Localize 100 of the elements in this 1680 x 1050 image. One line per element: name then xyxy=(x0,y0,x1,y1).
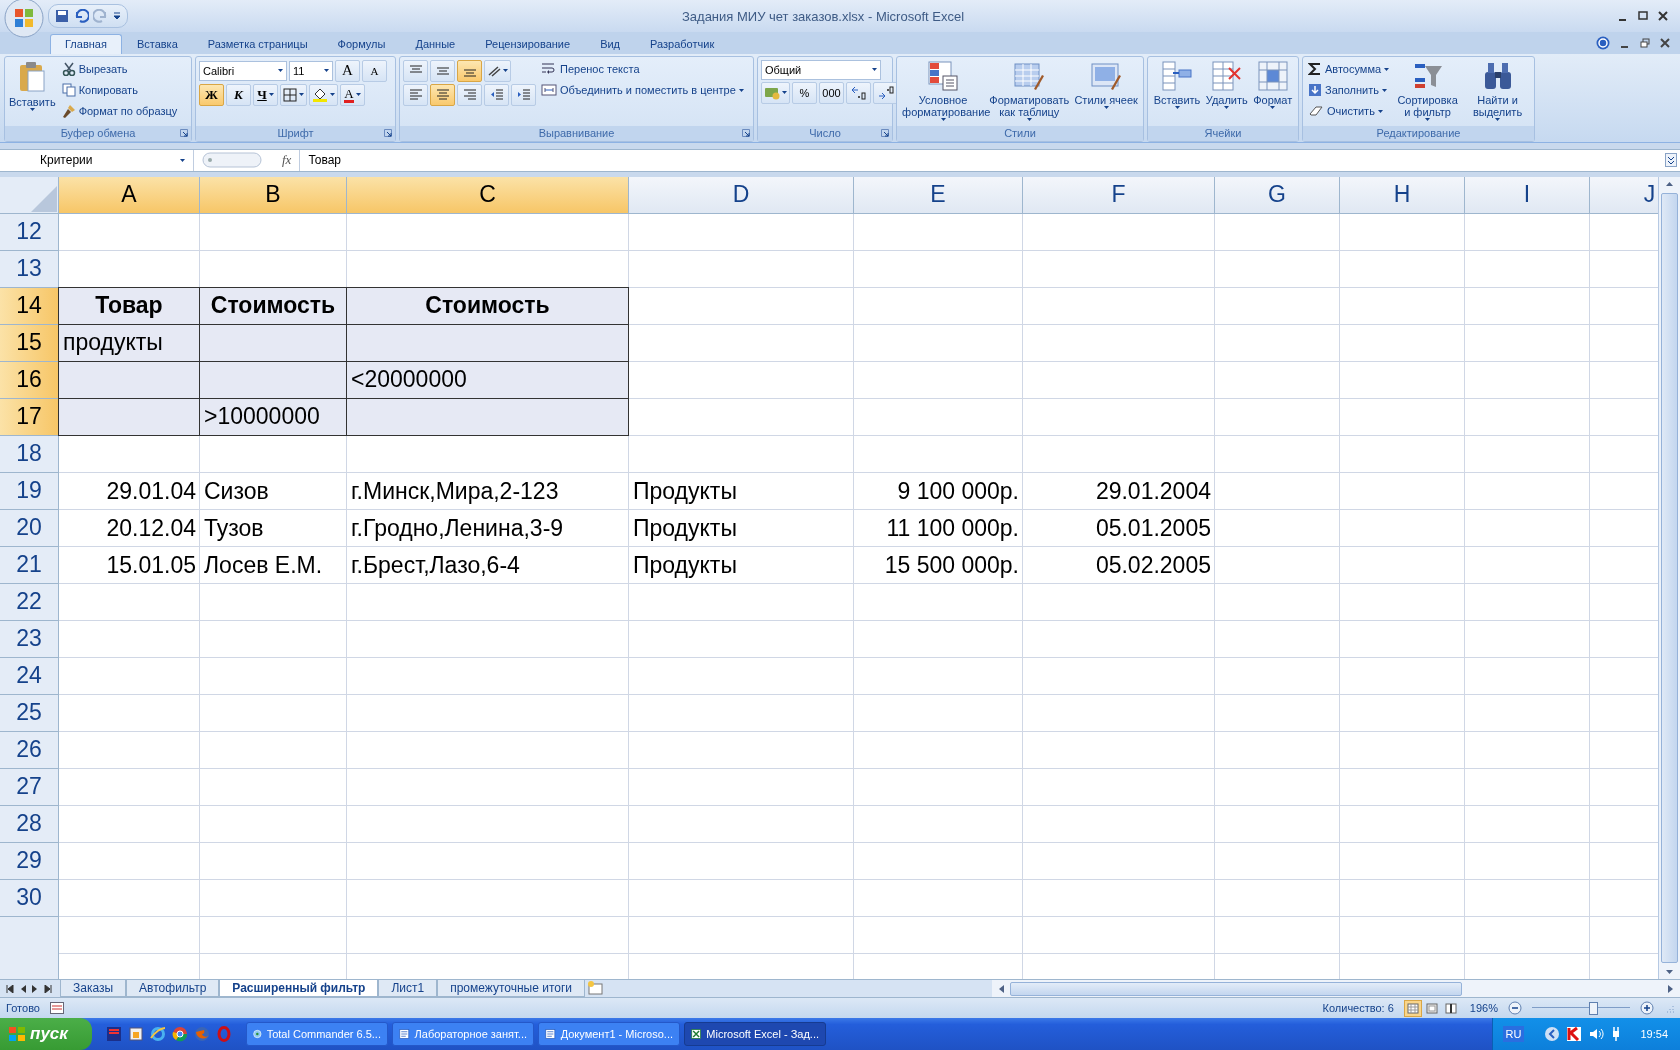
horizontal-scrollbar[interactable] xyxy=(992,980,1680,998)
dialog-launcher-icon[interactable] xyxy=(180,128,188,137)
table-cell[interactable]: Лосев Е.М. xyxy=(200,546,347,584)
zoom-in-icon[interactable] xyxy=(1640,1001,1654,1015)
scroll-thumb[interactable] xyxy=(1010,981,1462,996)
toolbar-button[interactable]: A xyxy=(362,60,387,82)
table-cell[interactable]: 15.01.05 xyxy=(59,546,200,584)
column-header[interactable]: I xyxy=(1465,176,1590,214)
speaker-icon[interactable] xyxy=(1588,1026,1605,1042)
table-cell[interactable]: Товар xyxy=(58,286,200,325)
column-header[interactable]: H xyxy=(1340,176,1465,214)
ribbon-tab[interactable]: Вставка xyxy=(121,34,193,54)
globe-e-icon[interactable] xyxy=(150,1026,166,1042)
table-cell[interactable]: Сизов xyxy=(200,472,347,510)
last-sheet-icon[interactable] xyxy=(44,984,52,993)
floppy-icon[interactable] xyxy=(106,1026,122,1042)
table-cell[interactable]: 11 100 000р. xyxy=(854,509,1023,547)
dialog-launcher-icon[interactable] xyxy=(742,128,750,137)
table-cell[interactable]: Продукты xyxy=(629,472,854,510)
ribbon-tab[interactable]: Разметка страницы xyxy=(192,34,323,54)
ribbon-button[interactable]: Формат по образцу xyxy=(59,102,180,121)
maximize-icon[interactable] xyxy=(1638,11,1648,21)
column-header[interactable]: G xyxy=(1215,176,1340,214)
expand-icon[interactable] xyxy=(1665,153,1677,168)
toolbar-button[interactable]: A xyxy=(340,84,365,106)
table-cell[interactable]: 15 500 000р. xyxy=(854,546,1023,584)
table-cell[interactable]: Стоимость xyxy=(199,286,347,325)
column-header[interactable]: C xyxy=(347,176,629,214)
toolbar-button[interactable]: Ч xyxy=(253,84,278,106)
toolbar-button[interactable]: К xyxy=(226,84,251,106)
dropdown-field[interactable]: 11 xyxy=(289,61,333,81)
macro-record-icon[interactable] xyxy=(49,1002,64,1014)
save-icon[interactable] xyxy=(55,9,69,23)
dialog-launcher-icon[interactable] xyxy=(384,128,392,137)
row-header[interactable]: 16 xyxy=(0,361,59,399)
table-cell[interactable] xyxy=(346,323,629,362)
toolbar-button[interactable] xyxy=(280,84,307,106)
dropdown-field[interactable]: Общий xyxy=(761,60,881,80)
name-box[interactable]: Критерии xyxy=(0,149,194,171)
antivirus-icon[interactable] xyxy=(1566,1026,1583,1042)
table-cell[interactable] xyxy=(58,397,200,436)
row-header[interactable]: 17 xyxy=(0,398,59,436)
slider-thumb[interactable] xyxy=(1588,1002,1598,1015)
table-cell[interactable]: г.Брест,Лазо,6-4 xyxy=(347,546,629,584)
toolbar-button[interactable]: % xyxy=(792,82,817,104)
table-cell[interactable]: 20.12.04 xyxy=(59,509,200,547)
ribbon-button[interactable]: Вставить xyxy=(8,60,57,112)
dropdown-field[interactable]: Calibri xyxy=(199,61,287,81)
dialog-launcher-icon[interactable] xyxy=(881,128,889,137)
ribbon-button[interactable]: Вставить xyxy=(1152,60,1202,110)
close-icon[interactable] xyxy=(1658,11,1668,21)
ribbon-button[interactable]: Удалить xyxy=(1204,60,1249,110)
column-header[interactable]: B xyxy=(200,176,347,214)
ribbon-button[interactable]: Вырезать xyxy=(59,60,130,79)
sheet-tab[interactable]: Автофильтр xyxy=(126,980,220,998)
insert-function-button[interactable]: fx xyxy=(282,152,292,169)
table-cell[interactable] xyxy=(199,323,347,362)
table-cell[interactable] xyxy=(199,360,347,399)
column-header[interactable]: D xyxy=(629,176,854,214)
toolbar-button[interactable] xyxy=(309,84,338,106)
toolbar-button[interactable] xyxy=(873,82,898,104)
ribbon-button[interactable]: Объединить и поместить в центре xyxy=(539,81,746,100)
table-cell[interactable]: Стоимость xyxy=(346,286,629,325)
zoom-slider[interactable] xyxy=(1532,1001,1630,1015)
table-cell[interactable]: 29.01.2004 xyxy=(1023,472,1215,510)
taskbar-button[interactable]: Total Commander 6.5... xyxy=(246,1022,388,1046)
table-cell[interactable] xyxy=(346,397,629,436)
ribbon-button[interactable]: Сортировка и фильтр xyxy=(1394,60,1462,122)
toolbar-button[interactable]: 000 xyxy=(819,82,844,104)
table-cell[interactable]: продукты xyxy=(58,323,200,362)
zoom-level[interactable]: 196% xyxy=(1469,1002,1498,1014)
taskbar-button[interactable]: Документ1 - Microso... xyxy=(538,1022,680,1046)
table-cell[interactable]: г.Минск,Мира,2-123 xyxy=(347,472,629,510)
column-header[interactable]: J xyxy=(1590,176,1658,214)
scroll-thumb[interactable] xyxy=(1661,192,1678,964)
ribbon-tab[interactable]: Рецензирование xyxy=(470,34,586,54)
office-logo-icon[interactable] xyxy=(4,0,44,38)
vertical-scrollbar[interactable] xyxy=(1658,176,1680,980)
prev-sheet-icon[interactable] xyxy=(20,984,26,993)
table-cell[interactable]: Продукты xyxy=(629,546,854,584)
table-cell[interactable]: Продукты xyxy=(629,509,854,547)
sheet-tab[interactable]: промежуточные итоги xyxy=(437,980,586,998)
table-cell[interactable]: Тузов xyxy=(200,509,347,547)
sheet-tab[interactable]: Заказы xyxy=(60,980,127,998)
toolbar-button[interactable] xyxy=(484,60,511,82)
toolbar-button[interactable]: A xyxy=(335,60,360,82)
toolbar-button[interactable] xyxy=(846,82,871,104)
table-cell[interactable]: <20000000 xyxy=(346,360,629,399)
ribbon-button[interactable]: Копировать xyxy=(59,81,140,100)
close-icon[interactable] xyxy=(1660,38,1670,48)
toolbar-button[interactable]: Ж xyxy=(199,84,224,106)
zoom-out-icon[interactable] xyxy=(1508,1001,1522,1015)
ribbon-button[interactable]: Формат xyxy=(1252,60,1294,110)
taskbar-button[interactable]: Лабораторное занят... xyxy=(392,1022,534,1046)
ribbon-button[interactable]: Перенос текста xyxy=(539,60,642,79)
column-header[interactable]: A xyxy=(59,176,200,214)
table-cell[interactable]: 05.02.2005 xyxy=(1023,546,1215,584)
round-browser-icon[interactable] xyxy=(172,1026,188,1042)
ribbon-tab[interactable]: Формулы xyxy=(322,34,401,54)
customize-icon[interactable] xyxy=(113,12,121,20)
